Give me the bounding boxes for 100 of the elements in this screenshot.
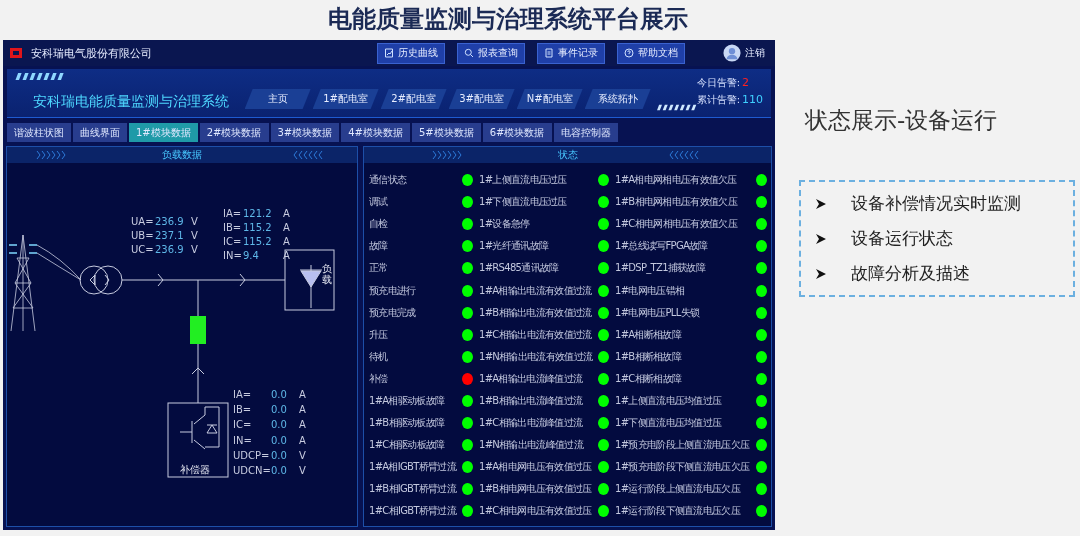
bullet-text: 设备补偿情况实时监测 <box>851 192 1021 215</box>
reading-label: UB= <box>131 229 155 242</box>
status-label: 1#C相电网电压有效值过压 <box>479 504 592 519</box>
panel-title: 负载数据 <box>162 148 202 162</box>
status-label: 升压 <box>369 327 388 342</box>
reading-value: 0.0 <box>271 388 288 402</box>
tab[interactable]: 曲线界面 <box>73 123 127 142</box>
status-label: 1#C相IGBT桥臂过流 <box>369 504 456 519</box>
status-label: 1#A相电网电压有效值过压 <box>479 460 592 475</box>
nav-tab[interactable]: 2#配电室 <box>380 89 447 109</box>
tab[interactable]: 2#模块数据 <box>199 123 269 142</box>
bullet-text: 设备运行状态 <box>851 227 953 250</box>
tab[interactable]: 谐波柱状图 <box>7 123 71 142</box>
toolbar-button[interactable]: 事件记录 <box>537 42 605 64</box>
toolbar-button[interactable]: 帮助文档 <box>617 42 685 64</box>
status-label: 1#B相电网电压有效值过压 <box>479 482 592 497</box>
tab[interactable]: 5#模块数据 <box>412 123 481 142</box>
status-label: 自检 <box>369 217 388 232</box>
status-label: 1#B相驱动板故障 <box>369 416 445 431</box>
alarm-count: 110 <box>742 92 763 106</box>
nav-tab[interactable]: 主页 <box>244 89 311 109</box>
status-label: 1#A相驱动板故障 <box>369 394 445 408</box>
status-label: 1#预充电阶段上侧直流电压欠压 <box>615 438 750 453</box>
status-label: 1#A相电网相电压有效值欠压 <box>615 173 737 188</box>
reading-value: 236.9 <box>155 243 185 256</box>
status-label: 1#电网电压PLL失锁 <box>615 305 700 320</box>
reading-value: 0.0 <box>271 403 288 418</box>
logout-link[interactable]: 注销 <box>745 46 765 60</box>
status-label: 1#DSP_TZ1捕获故障 <box>615 261 706 276</box>
reading-unit: V <box>299 464 307 478</box>
status-label: 1#上侧直流电压过压 <box>479 173 567 188</box>
company-name: 安科瑞电气股份有限公司 <box>31 45 152 61</box>
status-label: 1#电网电压错相 <box>615 283 685 298</box>
status-label: 预充电完成 <box>369 305 416 320</box>
alarm-count: 2 <box>742 75 749 89</box>
nav-tab[interactable]: 系统拓扑 <box>584 89 651 109</box>
reading-label: IN= <box>233 433 253 448</box>
compensator-label: 补偿器 <box>180 463 210 477</box>
section-heading: 状态展示-设备运行 <box>805 106 999 135</box>
tab[interactable]: 3#模块数据 <box>270 123 340 142</box>
reading-label: IN= <box>223 249 243 262</box>
alarm-label: 今日告警: <box>696 75 740 90</box>
status-label: 1#上侧直流电压均值过压 <box>615 394 722 408</box>
reading-value: 237.1 <box>155 229 185 242</box>
reading-value: 236.9 <box>155 215 185 228</box>
reading-value: 121.2 <box>243 207 273 220</box>
reading-unit: A <box>283 249 291 262</box>
status-label: 1#C相驱动板故障 <box>369 438 445 453</box>
reading-value: 0.0 <box>271 418 288 433</box>
tab[interactable]: 电容控制器 <box>553 123 618 142</box>
status-label: 1#A相IGBT桥臂过流 <box>369 460 456 475</box>
load-label: 负载 <box>322 263 332 285</box>
status-label: 1#N相输出电流峰值过流 <box>479 438 583 453</box>
reading-label: IB= <box>223 221 243 234</box>
tab[interactable]: 6#模块数据 <box>482 123 552 142</box>
reading-label: UC= <box>131 243 155 256</box>
status-label: 补偿 <box>369 371 388 386</box>
reading-label: UDCN= <box>233 464 271 478</box>
status-label: 预充电进行 <box>369 283 416 298</box>
system-title: 安科瑞电能质量监测与治理系统 <box>32 93 230 111</box>
reading-value: 115.2 <box>243 235 273 248</box>
nav-tab[interactable]: 3#配电室 <box>448 89 515 109</box>
reading-label: IC= <box>233 418 253 433</box>
tab[interactable]: 4#模块数据 <box>341 123 410 142</box>
status-label: 1#C相输出电流有效值过流 <box>479 327 592 342</box>
status-label: 1#C相输出电流峰值过流 <box>479 416 583 431</box>
reading-value: 9.4 <box>243 249 260 262</box>
status-label: 1#光纤通讯故障 <box>479 239 549 254</box>
status-label: 1#下侧直流电压过压 <box>479 195 567 210</box>
status-label: 1#下侧直流电压均值过压 <box>615 416 722 431</box>
status-label: 待机 <box>369 349 388 364</box>
nav-tab[interactable]: N#配电室 <box>516 89 583 109</box>
status-label: 1#运行阶段下侧直流电压欠压 <box>615 504 740 519</box>
status-label: 1#B相断相故障 <box>615 349 681 364</box>
toolbar-button[interactable]: 历史曲线 <box>377 42 445 64</box>
status-label: 调试 <box>369 195 388 210</box>
reading-unit: A <box>283 221 291 234</box>
status-label: 1#N相输出电流有效值过流 <box>479 349 593 364</box>
slide-title: 电能质量监测与治理系统平台展示 <box>328 4 688 35</box>
reading-label: UA= <box>131 215 155 228</box>
reading-value: 0.0 <box>271 464 288 478</box>
nav-tab[interactable]: 1#配电室 <box>312 89 379 109</box>
status-label: 1#B相电网相电压有效值欠压 <box>615 195 737 210</box>
status-label: 正常 <box>369 261 388 276</box>
reading-value: 0.0 <box>271 433 288 448</box>
reading-label: IC= <box>223 235 243 248</box>
reading-value: 0.0 <box>271 448 288 463</box>
reading-unit: V <box>191 243 199 256</box>
reading-label: UDCP= <box>233 448 271 463</box>
status-label: 1#总线读写FPGA故障 <box>615 239 708 254</box>
reading-unit: V <box>191 215 199 228</box>
toolbar-button[interactable]: 报表查询 <box>457 42 525 64</box>
status-label: 1#B相输出电流有效值过流 <box>479 305 592 320</box>
reading-value: 115.2 <box>243 221 273 234</box>
bullet-text: 故障分析及描述 <box>851 262 970 285</box>
reading-unit: V <box>191 229 199 242</box>
status-label: 1#C相电网相电压有效值欠压 <box>615 217 737 232</box>
reading-label: IA= <box>223 207 243 220</box>
status-label: 1#预充电阶段下侧直流电压欠压 <box>615 460 750 475</box>
status-label: 1#设备急停 <box>479 217 530 232</box>
